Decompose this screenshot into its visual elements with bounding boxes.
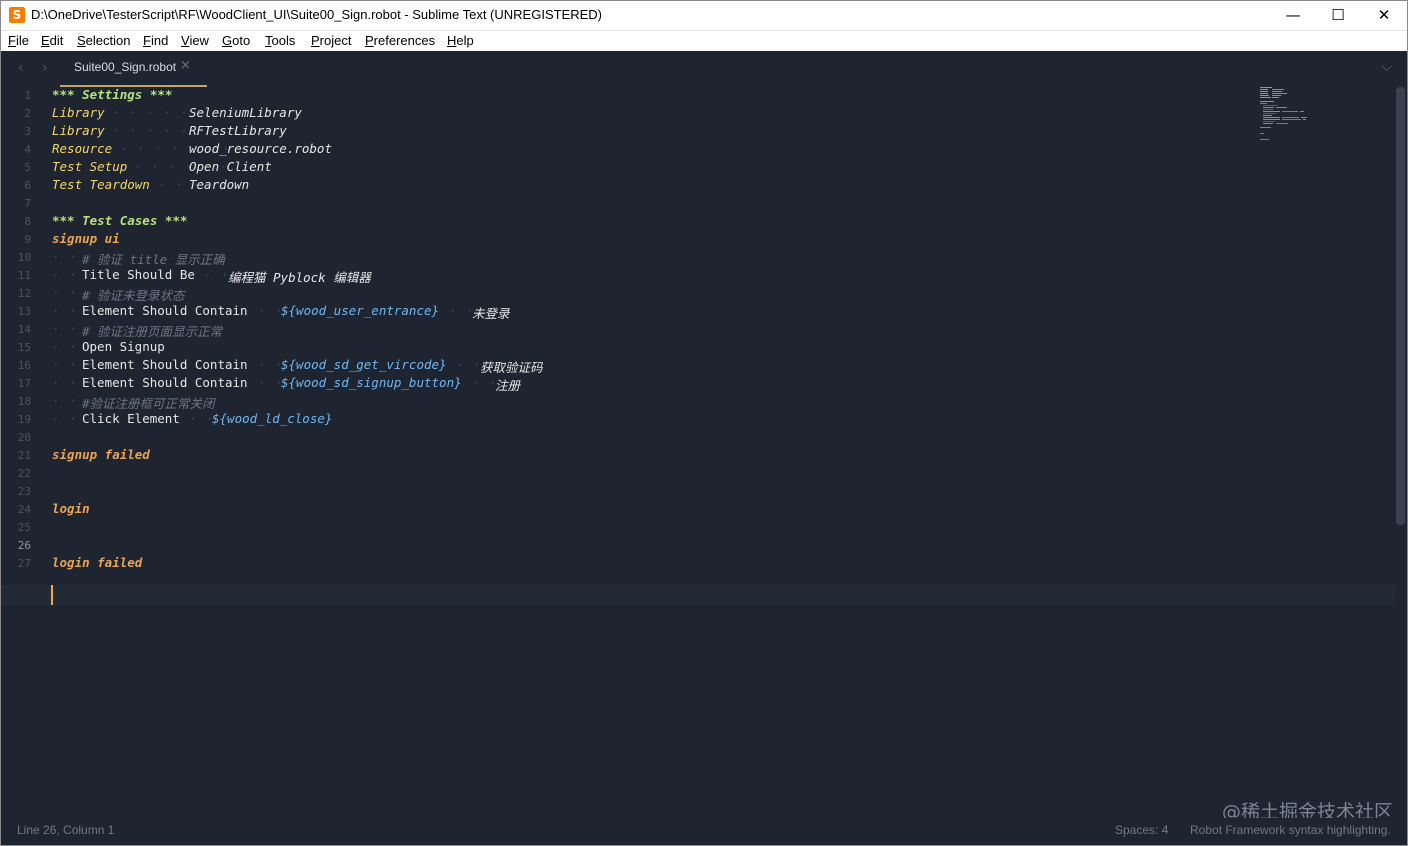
title-bar: S D:\OneDrive\TesterScript\RF\WoodClient… — [0, 0, 1408, 31]
menu-find[interactable]: Find — [143, 33, 168, 48]
test-case-name: login — [52, 501, 90, 516]
keyword-call: Element Should Contain — [82, 303, 248, 318]
menu-goto[interactable]: Goto — [222, 33, 250, 48]
indentation-setting[interactable]: Spaces: 4 — [1115, 823, 1168, 837]
line-number: 7 — [24, 197, 31, 210]
line-number: 23 — [17, 485, 31, 498]
setting-key: Test Setup — [52, 159, 128, 174]
line-number: 27 — [17, 557, 31, 570]
line-number: 11 — [17, 269, 31, 282]
comment: # 验证 title 显示正确 — [82, 252, 225, 267]
maximize-button[interactable]: ☐ — [1315, 0, 1361, 30]
tab-back-icon[interactable]: ‹ — [18, 60, 24, 76]
line-number: 5 — [24, 161, 31, 174]
variable: ${wood_sd_signup_button} — [281, 375, 462, 390]
line-number: 21 — [17, 449, 31, 462]
line-number: 26 — [17, 539, 31, 552]
test-case-name: signup failed — [52, 447, 150, 462]
vertical-scrollbar[interactable] — [1396, 87, 1405, 525]
line-number: 16 — [17, 359, 31, 372]
menu-edit[interactable]: Edit — [41, 33, 63, 48]
setting-value: wood_resource.robot — [189, 141, 332, 156]
menu-preferences[interactable]: Preferences — [365, 33, 435, 48]
argument: 未登录 — [472, 306, 510, 321]
menu-file[interactable]: File — [8, 33, 29, 48]
test-case-name: signup ui — [52, 231, 120, 246]
menu-tools[interactable]: Tools — [265, 33, 295, 48]
line-number: 1 — [24, 89, 31, 102]
minimap[interactable] — [1258, 87, 1320, 147]
setting-value: RFTestLibrary — [189, 123, 287, 138]
line-number: 4 — [24, 143, 31, 156]
setting-value: SeleniumLibrary — [189, 105, 302, 120]
argument: 编程猫 Pyblock 编辑器 — [228, 270, 371, 285]
keyword-call: Title Should Be — [82, 267, 195, 282]
line-number: 3 — [24, 125, 31, 138]
variable: ${wood_sd_get_vircode} — [281, 357, 447, 372]
menu-project[interactable]: Project — [311, 33, 351, 48]
line-number: 19 — [17, 413, 31, 426]
line-number: 13 — [17, 305, 31, 318]
line-number: 12 — [17, 287, 31, 300]
close-window-button[interactable]: ✕ — [1361, 0, 1407, 30]
line-number: 9 — [24, 233, 31, 246]
keyword-call: Click Element — [82, 411, 180, 426]
argument: 获取验证码 — [480, 360, 543, 375]
tab-suite00-sign[interactable]: Suite00_Sign.robot × — [60, 51, 207, 87]
line-number: 6 — [24, 179, 31, 192]
status-bar: Line 26, Column 1 Spaces: 4 Robot Framew… — [0, 818, 1408, 846]
line-number: 25 — [17, 521, 31, 534]
window-title: D:\OneDrive\TesterScript\RF\WoodClient_U… — [31, 7, 602, 22]
setting-value: Teardown — [189, 177, 250, 192]
setting-key: Test Teardown — [52, 177, 150, 192]
line-number: 15 — [17, 341, 31, 354]
sublime-logo-icon: S — [9, 7, 25, 23]
variable: ${wood_user_entrance} — [281, 303, 440, 318]
keyword-call: Element Should Contain — [82, 375, 248, 390]
settings-header: *** Settings *** — [52, 87, 173, 102]
tab-forward-icon[interactable]: › — [42, 60, 48, 76]
tab-bar: ‹ › Suite00_Sign.robot × ⌵ — [0, 51, 1408, 87]
menu-bar: File Edit Selection Find View Goto Tools… — [0, 31, 1408, 51]
setting-key: Library — [52, 123, 105, 138]
line-number: 10 — [17, 251, 31, 264]
syntax-selector[interactable]: Robot Framework syntax highlighting. — [1190, 823, 1391, 837]
comment: # 验证注册页面显示正常 — [82, 324, 223, 339]
editor-area: ‹ › Suite00_Sign.robot × ⌵ 1 2 3 4 5 6 7 8 9 10 11… — [0, 51, 1408, 846]
tab-close-icon[interactable]: × — [180, 58, 191, 73]
keyword-call: Element Should Contain — [82, 357, 248, 372]
line-number: 17 — [17, 377, 31, 390]
line-number: 24 — [17, 503, 31, 516]
tab-list-chevron-down-icon[interactable]: ⌵ — [1381, 59, 1392, 75]
line-number: 22 — [17, 467, 31, 480]
variable: ${wood_ld_close} — [212, 411, 333, 426]
line-number: 14 — [17, 323, 31, 336]
setting-key: Library — [52, 105, 105, 120]
comment: # 验证未登录状态 — [82, 288, 185, 303]
menu-view[interactable]: View — [181, 33, 209, 48]
tab-label: Suite00_Sign.robot — [74, 60, 177, 74]
line-number: 20 — [17, 431, 31, 444]
current-line-highlight — [0, 585, 1395, 605]
keyword-call: Open Signup — [82, 339, 165, 354]
setting-value: Open Client — [189, 159, 272, 174]
line-number: 8 — [24, 215, 31, 228]
minimize-button[interactable]: — — [1270, 0, 1316, 30]
menu-help[interactable]: Help — [447, 33, 474, 48]
text-cursor — [51, 585, 53, 605]
line-number: 18 — [17, 395, 31, 408]
menu-selection[interactable]: Selection — [77, 33, 130, 48]
comment: #验证注册框可正常关闭 — [82, 396, 215, 411]
setting-key: Resource — [52, 141, 113, 156]
test-case-name: login failed — [52, 555, 143, 570]
line-number: 2 — [24, 107, 31, 120]
argument: 注册 — [495, 378, 521, 393]
test-cases-header: *** Test Cases *** — [52, 213, 188, 228]
cursor-position: Line 26, Column 1 — [17, 823, 115, 837]
